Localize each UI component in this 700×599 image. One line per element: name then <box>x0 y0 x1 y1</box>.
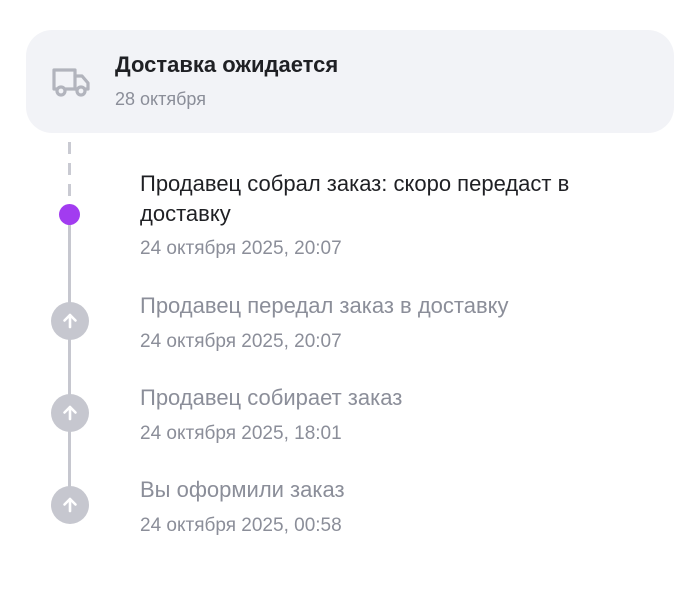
current-step-time: 24 октября 2025, 20:07 <box>140 238 342 259</box>
timeline-dashed-connector <box>68 142 71 202</box>
current-step-title-line2: доставку <box>140 201 231 226</box>
current-step-dot <box>59 204 80 225</box>
delivery-status-card[interactable]: Доставка ожидается 28 октября <box>26 30 674 133</box>
arrow-up-icon <box>63 313 77 329</box>
step-marker <box>51 302 89 340</box>
step-time: 24 октября 2025, 18:01 <box>140 423 342 444</box>
timeline-connector <box>68 215 71 505</box>
step-marker <box>51 486 89 524</box>
arrow-up-icon <box>63 405 77 421</box>
step-time: 24 октября 2025, 00:58 <box>140 515 342 536</box>
step-time: 24 октября 2025, 20:07 <box>140 331 342 352</box>
step-title: Продавец передал заказ в доставку <box>140 293 509 318</box>
truck-icon <box>52 68 90 97</box>
step-title: Продавец собирает заказ <box>140 385 403 410</box>
delivery-title: Доставка ожидается <box>115 52 339 77</box>
step-title: Вы оформили заказ <box>140 477 345 502</box>
delivery-date: 28 октября <box>115 89 206 109</box>
arrow-up-icon <box>63 497 77 513</box>
step-marker <box>51 394 89 432</box>
current-step-title-line1: Продавец собрал заказ: скоро передаст в <box>140 171 570 196</box>
